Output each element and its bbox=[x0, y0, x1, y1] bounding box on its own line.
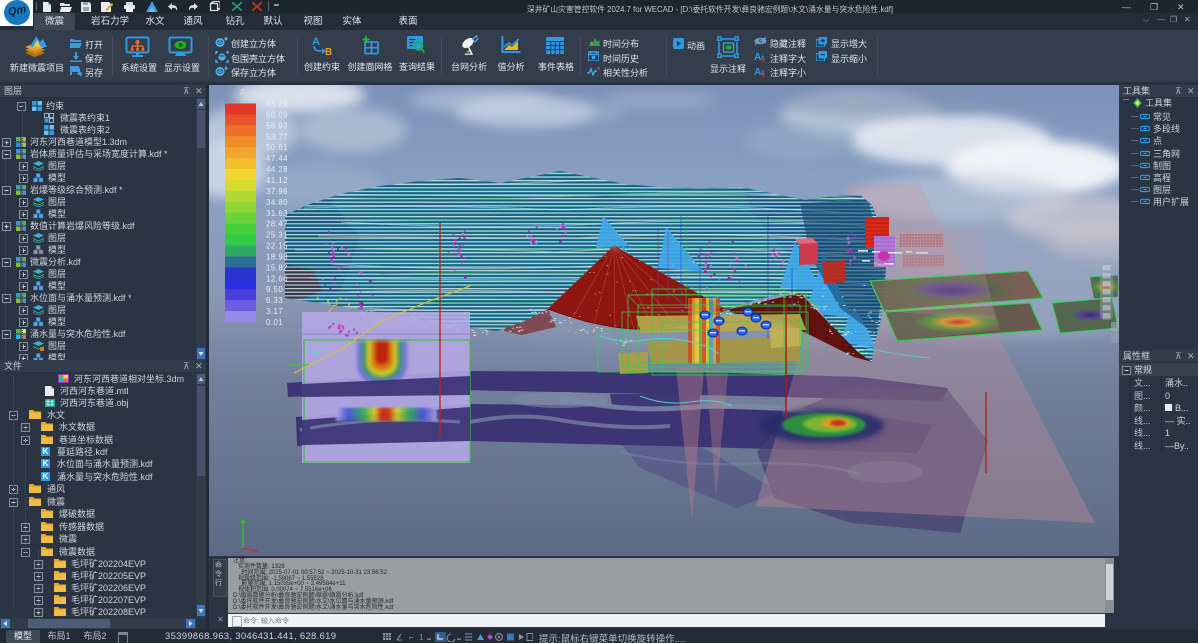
svg-text:6.33: 6.33 bbox=[266, 296, 283, 305]
svg-text:15.82: 15.82 bbox=[266, 263, 288, 272]
svg-text:47.44: 47.44 bbox=[266, 154, 288, 163]
svg-text:63.26: 63.26 bbox=[266, 100, 288, 109]
svg-text:50.61: 50.61 bbox=[266, 143, 288, 152]
svg-text:1: 1 bbox=[419, 633, 424, 642]
svg-text:56.93: 56.93 bbox=[266, 121, 288, 130]
svg-text:A: A bbox=[312, 36, 320, 48]
svg-text:3.17: 3.17 bbox=[266, 307, 283, 316]
svg-text:18.98: 18.98 bbox=[266, 253, 288, 262]
svg-text:25.31: 25.31 bbox=[266, 231, 288, 240]
svg-text:22.15: 22.15 bbox=[266, 242, 288, 251]
svg-text:60.09: 60.09 bbox=[266, 110, 288, 119]
svg-text:⌐: ⌐ bbox=[409, 633, 414, 642]
svg-text:41.12: 41.12 bbox=[266, 176, 288, 185]
svg-text:37.96: 37.96 bbox=[266, 187, 288, 196]
svg-text:0.01: 0.01 bbox=[266, 318, 283, 327]
svg-text:53.77: 53.77 bbox=[266, 132, 288, 141]
svg-text:B: B bbox=[325, 47, 332, 56]
svg-text:12.66: 12.66 bbox=[266, 274, 288, 283]
svg-text:31.63: 31.63 bbox=[266, 209, 288, 218]
svg-text:44.28: 44.28 bbox=[266, 165, 288, 174]
svg-text:34.80: 34.80 bbox=[266, 198, 288, 207]
svg-text:28.47: 28.47 bbox=[266, 220, 288, 229]
svg-text:9.50: 9.50 bbox=[266, 285, 283, 294]
svg-text:Z: Z bbox=[240, 87, 245, 96]
